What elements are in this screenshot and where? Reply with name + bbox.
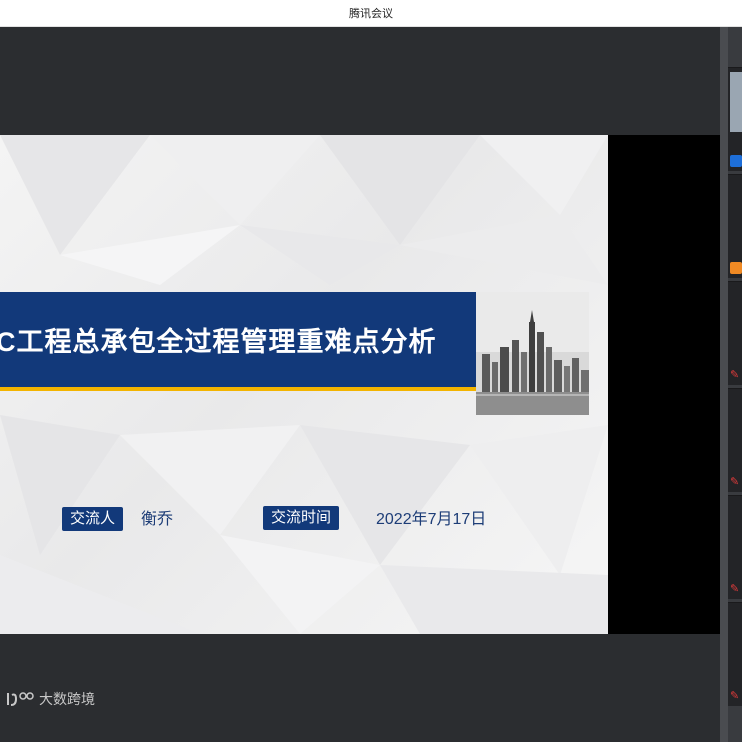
- presenter-label: 交流人: [62, 507, 124, 531]
- time-label: 交流时间: [263, 506, 340, 530]
- presentation-date: 2022年7月17日: [376, 511, 487, 528]
- mic-muted-icon: ✎: [730, 690, 740, 702]
- participant-video-4[interactable]: ✎: [728, 388, 742, 492]
- participant-panel[interactable]: ✎ ✎ ✎ ✎: [720, 27, 742, 742]
- mic-muted-icon: ✎: [730, 476, 740, 488]
- window-title: 腾讯会议: [349, 8, 393, 20]
- presentation-slide: C工程总承包全过程管理重难点分析 交流人 衡乔 交流时间 2022年7月17日: [0, 135, 608, 634]
- presenter-name: 衡乔: [141, 511, 174, 528]
- mic-muted-icon: ✎: [730, 369, 740, 381]
- participant-video-3[interactable]: ✎: [728, 281, 742, 385]
- participant-video-5[interactable]: ✎: [728, 495, 742, 599]
- user-blue-icon: [730, 155, 742, 167]
- city-skyline-image: [476, 292, 589, 415]
- slide-title: C工程总承包全过程管理重难点分析: [0, 327, 437, 357]
- participant-video-1[interactable]: [728, 67, 742, 171]
- window-titlebar: 腾讯会议: [0, 0, 742, 27]
- participant-video-6[interactable]: ✎: [728, 602, 742, 706]
- watermark-logo-icon: [7, 692, 34, 706]
- letterbox-bar: [608, 135, 720, 634]
- watermark: 大数跨境: [6, 689, 95, 709]
- mic-muted-icon: ✎: [730, 583, 740, 595]
- participant-video-2[interactable]: [728, 174, 742, 278]
- user-orange-icon: [730, 262, 742, 274]
- watermark-text: 大数跨境: [39, 691, 95, 707]
- shared-screen-area: C工程总承包全过程管理重难点分析 交流人 衡乔 交流时间 2022年7月17日: [0, 27, 720, 742]
- panel-scrollbar[interactable]: [720, 27, 728, 742]
- slide-title-banner: C工程总承包全过程管理重难点分析: [0, 292, 476, 391]
- video-preview: [730, 72, 742, 132]
